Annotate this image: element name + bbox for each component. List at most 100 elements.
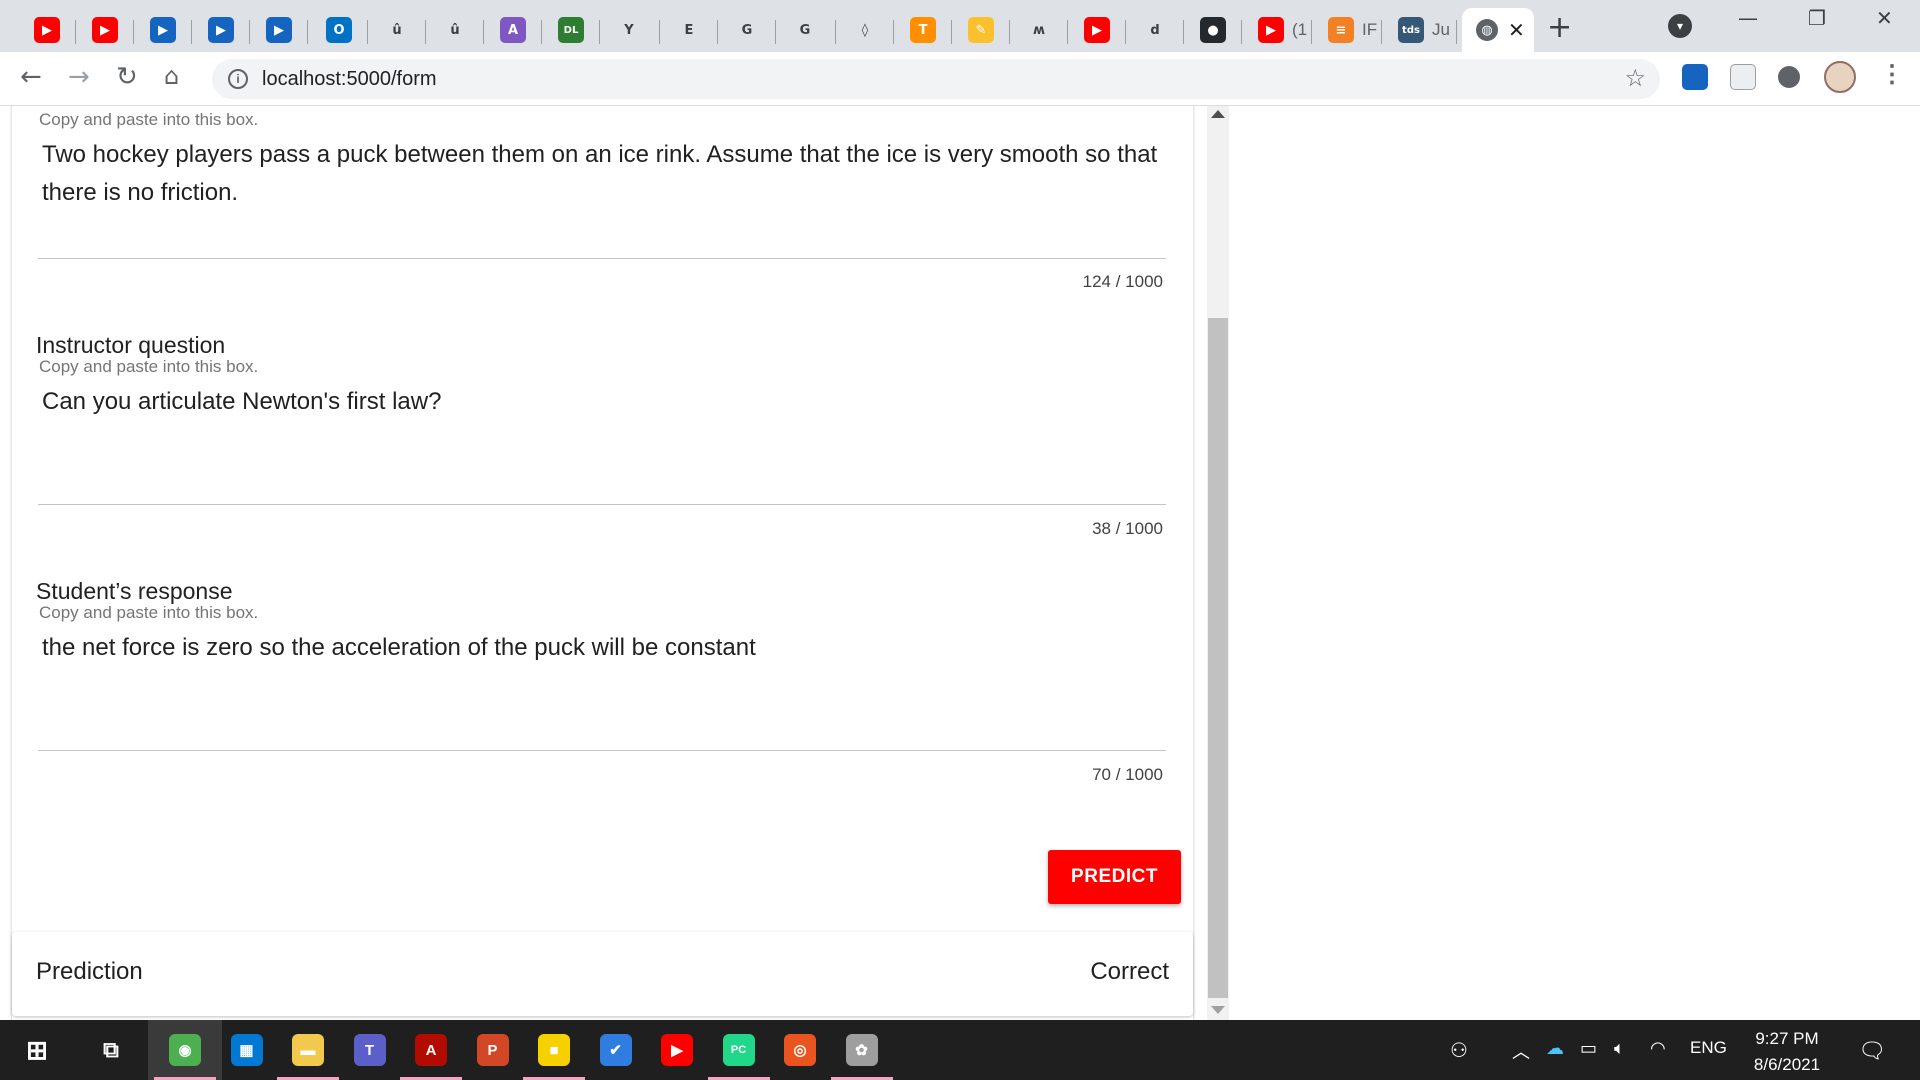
browser-tab[interactable]: ✎ xyxy=(952,8,1010,52)
todo-icon: ✔ xyxy=(599,1034,632,1066)
field-underline xyxy=(38,750,1166,751)
char-counter: 38 / 1000 xyxy=(1092,519,1163,538)
youtube-icon: ▶ xyxy=(34,17,60,43)
active-browser-tab[interactable]: ◍ ✕ xyxy=(1462,8,1534,52)
browser-tab[interactable]: ▶ (1 xyxy=(1242,8,1312,52)
browser-tab[interactable]: T xyxy=(894,8,952,52)
notification-icon[interactable]: 🗨︎ xyxy=(1858,1038,1886,1064)
google-icon: G xyxy=(741,22,753,38)
student-response-field[interactable]: the net force is zero so the acceleratio… xyxy=(42,629,1172,667)
forward-button[interactable]: → xyxy=(68,62,90,92)
back-button[interactable]: ← xyxy=(20,62,42,92)
close-tab-icon[interactable]: ✕ xyxy=(1508,18,1525,43)
scroll-thumb[interactable] xyxy=(1208,318,1228,998)
predict-button[interactable]: PREDICT xyxy=(1048,850,1181,904)
tab-title: Ju xyxy=(1432,20,1450,39)
instructor-question-label: Instructor question xyxy=(36,332,226,358)
browser-tab[interactable]: G xyxy=(718,8,776,52)
show-hidden-icons-icon[interactable]: ︿ xyxy=(1512,1038,1530,1064)
doc-icon: E xyxy=(684,22,694,38)
tab-search-button[interactable]: ▾ xyxy=(1668,14,1692,38)
prediction-value: Correct xyxy=(1090,958,1169,985)
bookmark-star-icon[interactable]: ☆ xyxy=(1624,64,1646,92)
tab-title: (1 xyxy=(1292,20,1308,39)
powerpoint-icon: P xyxy=(476,1034,509,1066)
sticky-notes-icon: ■ xyxy=(538,1034,570,1066)
browser-tab[interactable]: ▶ xyxy=(76,8,134,52)
browser-tab[interactable]: ▶ xyxy=(1068,8,1126,52)
problem-text-field[interactable]: Two hockey players pass a puck between t… xyxy=(42,136,1172,212)
close-window-button[interactable]: ✕ xyxy=(1876,6,1893,30)
volume-icon[interactable]: 🔈︎ xyxy=(1614,1038,1625,1059)
browser-tab[interactable]: ● xyxy=(1184,8,1242,52)
task-view-button[interactable]: ⧉ xyxy=(74,1020,148,1080)
home-button[interactable]: ⌂ xyxy=(164,62,179,90)
tensorflow-icon: T xyxy=(910,17,936,43)
extension-document-icon[interactable] xyxy=(1730,64,1756,90)
profile-avatar[interactable] xyxy=(1824,61,1856,93)
youtube-icon: ▶ xyxy=(661,1034,693,1066)
prediction-label: Prediction xyxy=(36,958,143,985)
browser-tab[interactable]: DL xyxy=(542,8,600,52)
windows-taskbar: ⊞ ⧉ ⚇ ︿ ☁ ▭ 🔈︎ ◠ ENG 9:27 PM 8/6/2021 🗨︎… xyxy=(0,1020,1920,1080)
task-view-icon: ⧉ xyxy=(103,1037,119,1062)
scroll-up-arrow[interactable] xyxy=(1211,110,1225,118)
info-icon[interactable]: i xyxy=(228,69,248,89)
browser-tab[interactable]: ▶ xyxy=(250,8,308,52)
browser-tab[interactable]: tds Ju xyxy=(1382,8,1457,52)
browser-tab[interactable]: d xyxy=(1126,8,1184,52)
paint-icon: ✿ xyxy=(845,1034,878,1066)
extension-shield-icon[interactable] xyxy=(1682,64,1708,90)
address-bar[interactable]: i localhost:5000/form ☆ xyxy=(212,59,1660,99)
scroll-down-arrow[interactable] xyxy=(1211,1006,1225,1014)
browser-tab[interactable]: ◊ xyxy=(836,8,894,52)
browser-tab[interactable]: ▶ xyxy=(192,8,250,52)
onedrive-icon[interactable]: ☁ xyxy=(1546,1038,1564,1059)
browser-tab[interactable]: ≡ IF xyxy=(1312,8,1382,52)
minimize-button[interactable]: — xyxy=(1738,6,1758,30)
browser-tab[interactable]: û xyxy=(426,8,484,52)
language-indicator[interactable]: ENG xyxy=(1690,1038,1727,1058)
browser-tab[interactable]: E xyxy=(660,8,718,52)
instructor-question-field[interactable]: Can you articulate Newton's first law? xyxy=(42,383,1172,421)
outlook-icon: O xyxy=(326,17,352,43)
form-card: Copy and paste into this box. Two hockey… xyxy=(12,106,1193,1020)
wifi-icon[interactable]: ◠ xyxy=(1650,1038,1666,1059)
reload-button[interactable]: ↻ xyxy=(116,62,138,92)
browser-tab[interactable]: ▶ xyxy=(134,8,192,52)
note-icon: ✎ xyxy=(968,17,994,43)
folder-icon: ▬ xyxy=(292,1034,324,1066)
people-icon[interactable]: ⚇ xyxy=(1450,1038,1468,1063)
restore-button[interactable]: ❐ xyxy=(1808,6,1826,30)
a-icon: A xyxy=(500,17,526,43)
youtube-icon: ▶ xyxy=(92,17,118,43)
page-viewport: Copy and paste into this box. Two hockey… xyxy=(0,106,1920,1020)
battery-icon[interactable]: ▭ xyxy=(1580,1038,1597,1059)
new-tab-button[interactable]: + xyxy=(1547,10,1572,45)
browser-toolbar: ← → ↻ ⌂ i localhost:5000/form ☆ ⋮ xyxy=(0,52,1920,106)
pycharm-icon: PC xyxy=(722,1034,755,1066)
page-scrollbar[interactable] xyxy=(1207,106,1229,1020)
clock-time: 9:27 PM xyxy=(1755,1029,1819,1048)
ubuntu-icon: ◎ xyxy=(784,1034,816,1066)
field-underline xyxy=(38,258,1166,259)
wave-icon: ʍ xyxy=(1032,22,1045,38)
field-hint: Copy and paste into this box. xyxy=(39,357,259,376)
globe-icon: ◍ xyxy=(1476,19,1498,41)
taskbar-paint[interactable]: ✿ xyxy=(825,1020,899,1080)
field-underline xyxy=(38,504,1166,505)
browser-tab[interactable]: Y xyxy=(600,8,660,52)
browser-tab[interactable]: O xyxy=(310,8,368,52)
browser-tab[interactable]: û xyxy=(368,8,426,52)
system-clock[interactable]: 9:27 PM 8/6/2021 xyxy=(1742,1026,1832,1078)
browser-tab[interactable]: A xyxy=(484,8,542,52)
char-counter: 70 / 1000 xyxy=(1092,765,1163,784)
browser-tab[interactable]: ▶ xyxy=(18,8,76,52)
start-button[interactable]: ⊞ xyxy=(0,1020,74,1080)
play-icon: ▶ xyxy=(150,17,176,43)
url-text[interactable]: localhost:5000/form xyxy=(262,68,437,91)
browser-tab[interactable]: ʍ xyxy=(1010,8,1068,52)
browser-menu-icon[interactable]: ⋮ xyxy=(1880,60,1904,89)
browser-tab[interactable]: G xyxy=(776,8,836,52)
extensions-puzzle-icon[interactable] xyxy=(1778,66,1800,88)
